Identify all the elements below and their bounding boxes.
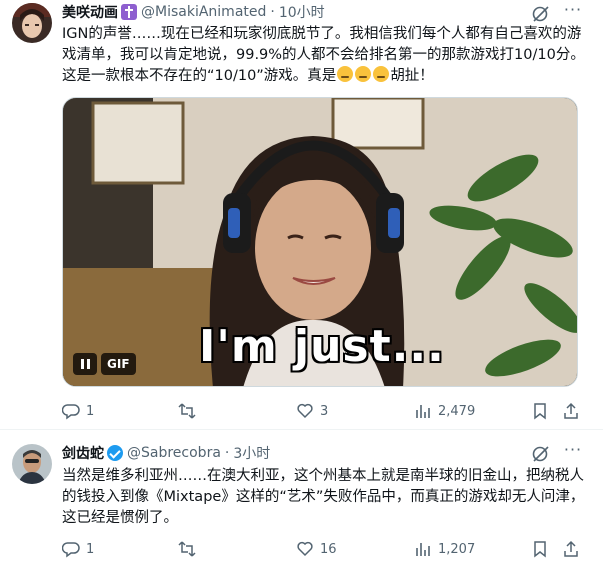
views-button[interactable]: 2,479 [414,401,475,421]
views-count: 2,479 [438,403,476,419]
views-count: 1,207 [438,541,476,557]
post-time[interactable]: 10小时 [279,2,325,22]
share-icon [564,402,578,419]
author-name[interactable]: 美咲动画 [62,2,118,22]
avatar[interactable] [12,444,52,484]
like-count: 16 [320,541,337,557]
reply-button[interactable]: 1 [62,539,94,559]
gif-badge: GIF [101,353,136,375]
heart-icon [297,541,313,557]
gif-media[interactable]: I'm just... GIF [62,97,578,387]
share-icon [564,540,578,557]
separator-dot: · [224,445,230,461]
tweet-text: IGN的声誉……现在已经和玩家彻底脱节了。我相信我们每个人都有自己喜欢的游戏清单… [62,24,592,87]
views-chart-icon [416,543,430,556]
expressionless-face-emoji-icon [373,66,390,82]
bookmark-button[interactable] [531,539,549,559]
cross-badge-icon [121,4,137,20]
views-chart-icon [416,405,430,418]
tweet-text-body: IGN的声誉……现在已经和玩家彻底脱节了。我相信我们每个人都有自己喜欢的游戏清单… [62,26,585,84]
bookmark-icon [534,403,546,420]
reply-count: 1 [86,541,95,557]
tweet-2[interactable]: 剑齿蛇 @Sabrecobra · 3小时 ··· 当然是维多利亚州……在澳大利… [0,431,603,572]
reply-count: 1 [86,403,95,419]
repost-icon [178,541,196,557]
reply-icon [62,404,80,420]
like-button[interactable]: 16 [296,539,337,559]
like-count: 3 [320,403,329,419]
grok-icon[interactable] [531,444,551,464]
share-button[interactable] [562,539,580,559]
tweet-1[interactable]: 美咲动画 @MisakiAnimated · 10小时 ··· IGN的声誉……… [0,0,603,430]
tweet-header: 剑齿蛇 @Sabrecobra · 3小时 [62,442,270,464]
tweet-actions: 1 3 2,479 [62,401,582,421]
pensive-face-emoji-icon [337,66,354,82]
gif-caption: I'm just... [199,321,445,372]
repost-icon [178,403,196,419]
tweet-actions: 1 16 1,207 [62,539,582,559]
gif-controls: GIF [73,352,136,376]
views-button[interactable]: 1,207 [414,539,475,559]
tweet-text: 当然是维多利亚州……在澳大利亚，这个州基本上就是南半球的旧金山，把纳税人的钱投入… [62,468,585,526]
bookmark-icon [534,541,546,558]
tweet-header: 美咲动画 @MisakiAnimated · 10小时 [62,1,325,23]
like-button[interactable]: 3 [296,401,328,421]
grok-icon[interactable] [531,4,551,24]
more-options-icon[interactable]: ··· [563,442,583,462]
author-name[interactable]: 剑齿蛇 [62,443,104,463]
more-options-icon[interactable]: ··· [563,2,583,22]
pause-button[interactable] [73,353,97,375]
pensive-face-emoji-icon [355,66,372,82]
reply-button[interactable]: 1 [62,401,94,421]
repost-button[interactable] [178,401,202,421]
heart-icon [297,403,313,419]
verified-badge-icon [107,445,123,461]
author-handle[interactable]: @MisakiAnimated [141,4,266,20]
bookmark-button[interactable] [531,401,549,421]
avatar[interactable] [12,3,52,43]
reply-icon [62,542,80,558]
author-handle[interactable]: @Sabrecobra [127,445,221,461]
separator-dot: · [270,4,275,20]
share-button[interactable] [562,401,580,421]
tweet-text-tail: 胡扯！ [390,68,434,84]
repost-button[interactable] [178,539,202,559]
post-time[interactable]: 3小时 [233,443,270,463]
